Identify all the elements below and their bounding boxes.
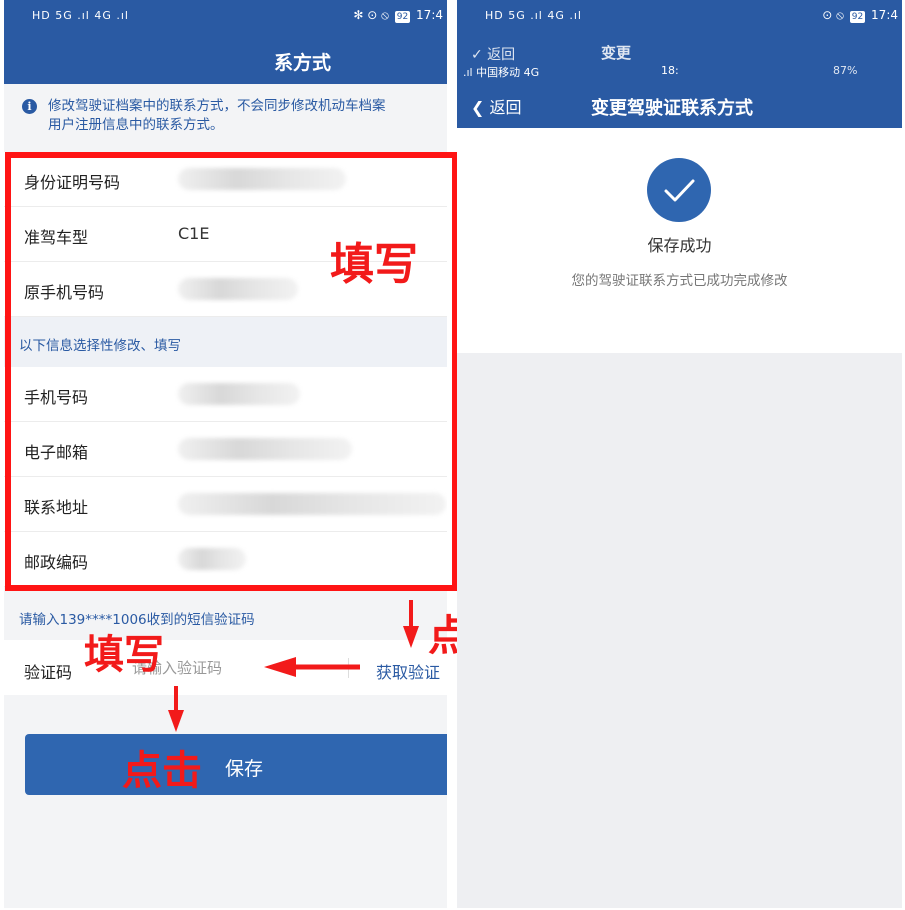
carrier-label: .ıl 中国移动 4G <box>463 66 540 79</box>
signal-indicator: HD 5G .ıl 4G .ıl <box>32 9 129 22</box>
annotation-click-2: 点击 <box>122 748 202 794</box>
postcode-label: 邮政编码 <box>24 553 89 572</box>
vehicle-class-label: 准驾车型 <box>24 228 89 247</box>
back-label: 返回 <box>489 98 522 117</box>
verification-code-row: 验证码 获取验证 <box>4 640 447 695</box>
address-field[interactable] <box>178 493 446 515</box>
status-bar: HD 5G .ıl 4G .ıl ⊙ ⦸ 92 17:4 <box>457 0 902 32</box>
verification-code-label: 验证码 <box>24 663 73 682</box>
page-title: 变更驾驶证联系方式 <box>591 98 753 119</box>
notice-text-line2: 用户注册信息中的联系方式。 <box>48 117 224 133</box>
nav-bar: 系方式 <box>4 32 447 84</box>
status-bar: HD 5G .ıl 4G .ıl ✻ ⊙ ⦸ 92 17:4 <box>4 0 447 32</box>
notice-banner: i 修改驾驶证档案中的联系方式，不会同步修改机动车档案 用户注册信息中的联系方式… <box>4 84 447 154</box>
phone-field[interactable] <box>178 383 300 405</box>
success-title: 保存成功 <box>647 236 712 255</box>
nav-bar: ❮ 返回 变更驾驶证联系方式 <box>457 84 902 128</box>
id-number-label: 身份证明号码 <box>24 173 121 192</box>
page-title: 系方式 <box>274 52 332 74</box>
ghost-back: ✓ 返回 <box>471 47 516 63</box>
address-label: 联系地址 <box>24 498 89 517</box>
status-icons: ✻ ⊙ ⦸ <box>353 8 389 22</box>
save-button[interactable]: 保存 <box>25 734 447 795</box>
vehicle-class-value: C1E <box>178 224 210 243</box>
status-time: 17:4 <box>416 8 443 22</box>
save-button-label: 保存 <box>225 758 264 780</box>
back-button[interactable]: ❮ 返回 <box>471 94 522 118</box>
id-number-row: 身份证明号码 <box>4 152 447 207</box>
phone-row[interactable]: 手机号码 <box>4 367 447 422</box>
notice-text-line1: 修改驾驶证档案中的联系方式，不会同步修改机动车档案 <box>48 98 386 114</box>
overlapped-header: ✓ 返回 变更 .ıl 中国移动 4G 18: 87% <box>457 32 902 84</box>
status-right: ⊙ ⦸ 92 17:4 <box>822 8 898 23</box>
ghost-time: 18: <box>661 64 679 77</box>
success-card: 保存成功 您的驾驶证联系方式已成功完成修改 <box>457 128 902 353</box>
email-row[interactable]: 电子邮箱 <box>4 422 447 477</box>
status-right: ✻ ⊙ ⦸ 92 17:4 <box>353 8 443 23</box>
battery-icon: 92 <box>849 11 866 23</box>
status-icons: ⊙ ⦸ <box>822 8 844 22</box>
signal-indicator: HD 5G .ıl 4G .ıl <box>485 9 582 22</box>
optional-section-header: 以下信息选择性修改、填写 <box>4 317 447 367</box>
email-field[interactable] <box>178 438 352 460</box>
ghost-title: 变更 <box>601 44 632 62</box>
status-time: 17:4 <box>871 8 898 22</box>
postcode-field[interactable] <box>178 548 246 570</box>
email-label: 电子邮箱 <box>24 443 89 462</box>
battery-icon: 92 <box>394 11 411 23</box>
divider <box>348 658 349 678</box>
annotation-fill-1: 填写 <box>330 239 418 290</box>
info-icon: i <box>22 99 37 114</box>
optional-section-text: 以下信息选择性修改、填写 <box>19 338 181 354</box>
success-description: 您的驾驶证联系方式已成功完成修改 <box>571 273 788 289</box>
address-row[interactable]: 联系地址 <box>4 477 447 532</box>
old-phone-value-redacted <box>178 278 298 300</box>
old-phone-label: 原手机号码 <box>24 283 105 302</box>
check-icon <box>647 158 711 222</box>
annotation-fill-2: 填写 <box>84 632 164 678</box>
id-number-value-redacted <box>178 168 346 190</box>
postcode-row[interactable]: 邮政编码 <box>4 532 447 587</box>
chevron-left-icon: ❮ <box>471 98 485 117</box>
phone-label: 手机号码 <box>24 388 89 407</box>
ghost-battery: 87% <box>833 64 858 77</box>
success-screen: HD 5G .ıl 4G .ıl ⊙ ⦸ 92 17:4 ✓ 返回 变更 .ıl… <box>457 0 902 908</box>
change-contact-form-screen: HD 5G .ıl 4G .ıl ✻ ⊙ ⦸ 92 17:4 系方式 i 修改驾… <box>4 0 447 908</box>
